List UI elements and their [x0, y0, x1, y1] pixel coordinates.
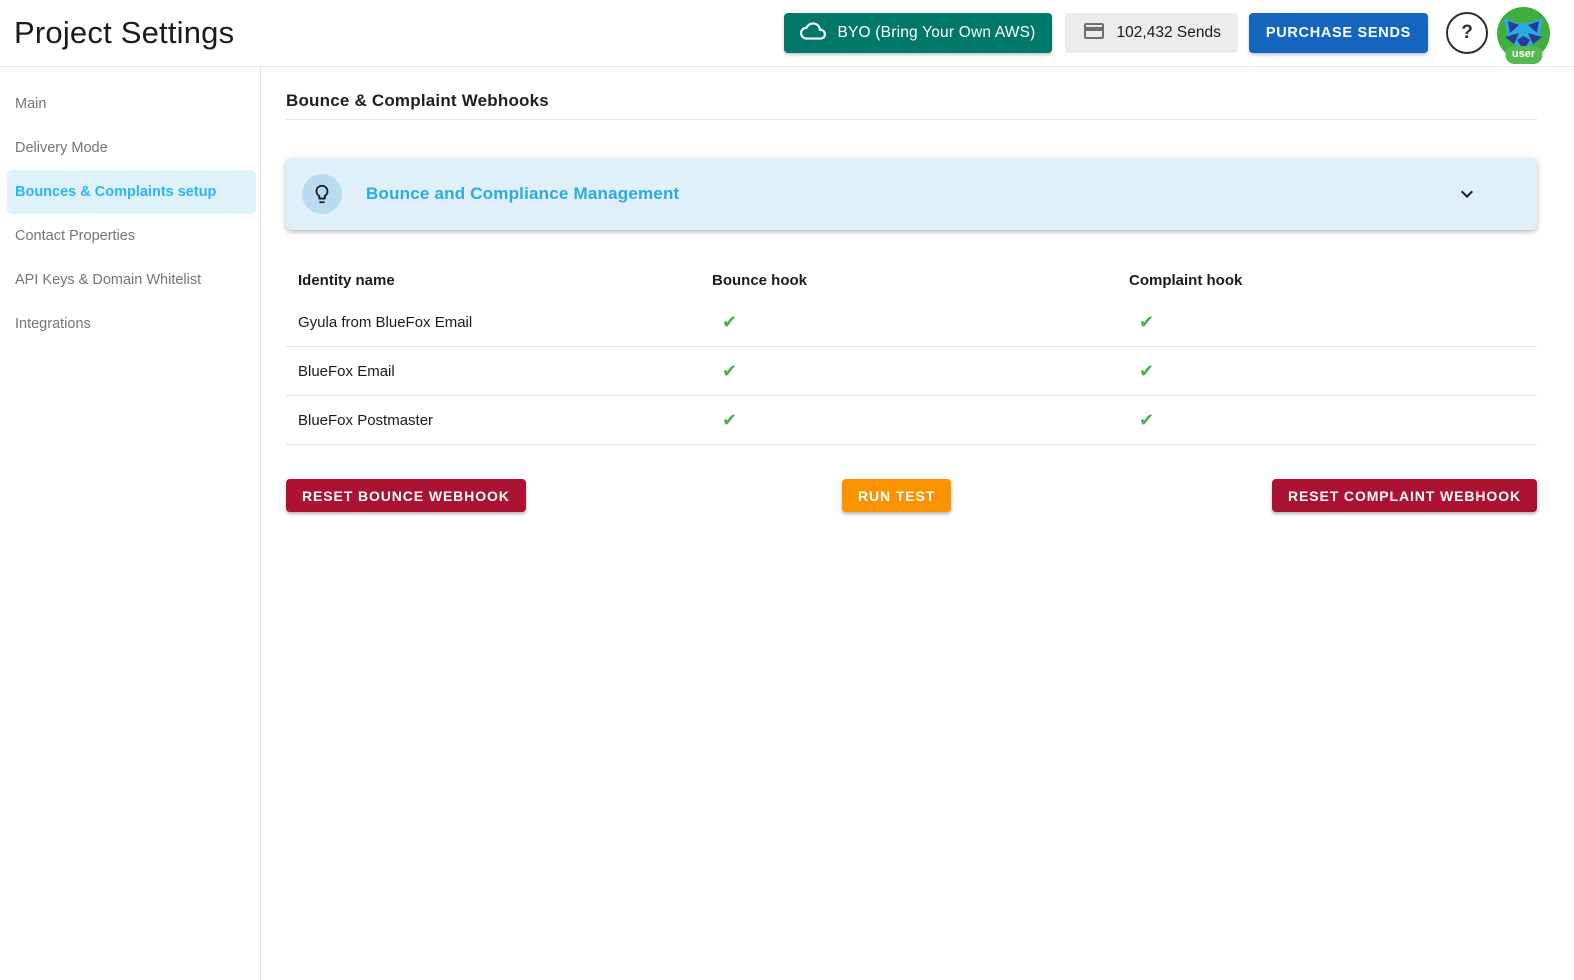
check-icon: ✔	[1139, 360, 1155, 381]
heading-divider	[286, 119, 1537, 120]
reset-complaint-webhook-button[interactable]: RESET COMPLAINT WEBHOOK	[1271, 479, 1537, 512]
column-header-identity-name: Identity name	[298, 271, 395, 289]
banner-title: Bounce and Compliance Management	[366, 184, 680, 203]
sidebar-item-integrations[interactable]: Integrations	[7, 302, 256, 346]
page-title: Project Settings	[14, 15, 235, 50]
info-banner[interactable]: Bounce and Compliance Management	[286, 158, 1537, 230]
identity-name: BlueFox Postmaster	[298, 411, 434, 429]
body: Main Delivery Mode Bounces & Complaints …	[0, 67, 1574, 980]
identity-name: Gyula from BlueFox Email	[298, 313, 473, 331]
avatar[interactable]: user	[1497, 6, 1550, 64]
sidebar-item-label: Bounces & Complaints setup	[15, 184, 217, 200]
sidebar: Main Delivery Mode Bounces & Complaints …	[0, 67, 261, 980]
table-row: BlueFox Email ✔ ✔	[286, 347, 1537, 396]
byo-aws-button[interactable]: BYO (Bring Your Own AWS)	[784, 13, 1052, 53]
sidebar-item-label: API Keys & Domain Whitelist	[15, 272, 202, 288]
sidebar-item-contact-properties[interactable]: Contact Properties	[7, 214, 256, 258]
credit-card-icon	[1082, 19, 1106, 48]
sidebar-item-label: Delivery Mode	[15, 140, 108, 156]
purchase-sends-button-label: PURCHASE SENDS	[1265, 25, 1411, 41]
run-test-button[interactable]: RUN TEST	[842, 479, 952, 512]
cloud-icon	[800, 18, 827, 49]
check-icon: ✔	[1139, 409, 1155, 430]
check-icon: ✔	[1139, 311, 1155, 332]
sidebar-item-label: Contact Properties	[15, 228, 136, 244]
check-icon: ✔	[722, 409, 738, 430]
help-button[interactable]: ?	[1446, 12, 1488, 54]
user-role-badge: user	[1504, 45, 1543, 64]
question-mark-icon: ?	[1461, 22, 1473, 43]
action-button-row: RESET BOUNCE WEBHOOK RUN TEST RESET COMP…	[286, 479, 1537, 512]
byo-aws-button-label: BYO (Bring Your Own AWS)	[837, 24, 1036, 41]
purchase-sends-button[interactable]: PURCHASE SENDS	[1248, 13, 1428, 53]
column-header-complaint-hook: Complaint hook	[1129, 271, 1243, 289]
lightbulb-icon	[302, 174, 342, 214]
check-icon: ✔	[722, 360, 738, 381]
sidebar-item-api-keys-domain-whitelist[interactable]: API Keys & Domain Whitelist	[7, 258, 256, 302]
sidebar-item-label: Main	[15, 96, 47, 112]
sidebar-item-main[interactable]: Main	[7, 82, 256, 126]
app-root: Project Settings BYO (Bring Your Own AWS…	[0, 0, 1574, 980]
header: Project Settings BYO (Bring Your Own AWS…	[0, 0, 1574, 67]
table-header-row: Identity name Bounce hook Complaint hook	[286, 262, 1537, 298]
main-content: Bounce & Complaint Webhooks Bounce and C…	[261, 67, 1574, 980]
sidebar-item-delivery-mode[interactable]: Delivery Mode	[7, 126, 256, 170]
table-row: BlueFox Postmaster ✔ ✔	[286, 396, 1537, 445]
sends-count-label: 102,432 Sends	[1116, 24, 1221, 41]
identity-name: BlueFox Email	[298, 362, 395, 380]
table-row: Gyula from BlueFox Email ✔ ✔	[286, 298, 1537, 347]
column-header-bounce-hook: Bounce hook	[712, 271, 808, 289]
sends-badge: 102,432 Sends	[1064, 13, 1238, 53]
check-icon: ✔	[722, 311, 738, 332]
webhooks-table: Identity name Bounce hook Complaint hook…	[286, 262, 1537, 445]
reset-bounce-webhook-button[interactable]: RESET BOUNCE WEBHOOK	[286, 479, 526, 512]
sidebar-item-label: Integrations	[15, 316, 91, 332]
chevron-down-icon[interactable]	[1455, 182, 1479, 206]
section-heading: Bounce & Complaint Webhooks	[286, 91, 549, 110]
sidebar-item-bounces-complaints-setup[interactable]: Bounces & Complaints setup	[7, 170, 256, 214]
